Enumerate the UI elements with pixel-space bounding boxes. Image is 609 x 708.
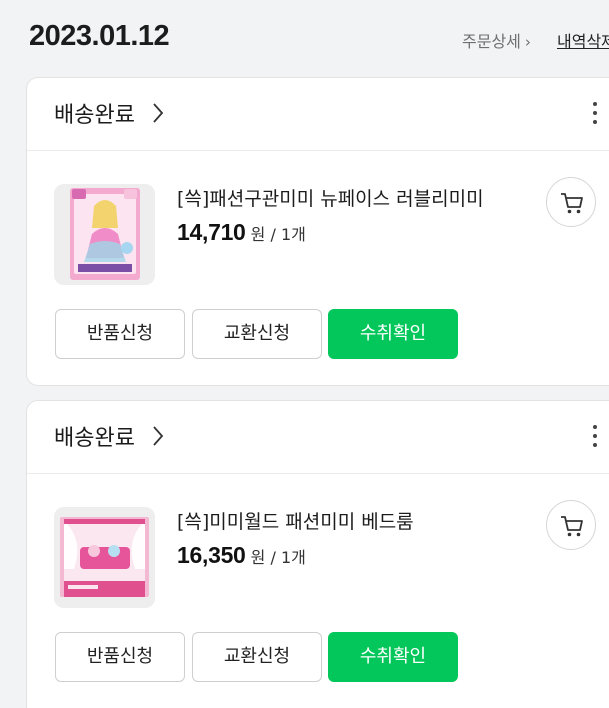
- order-detail-link[interactable]: 주문상세 ›: [462, 28, 531, 52]
- add-to-cart-button[interactable]: [546, 500, 596, 550]
- order-item-card: 배송완료 [쓱]미미월드 패션미미 베드룸 16,350 원 / 1개 반품신청…: [26, 400, 609, 708]
- exchange-request-button[interactable]: 교환신청: [192, 309, 322, 359]
- product-thumbnail[interactable]: [54, 184, 155, 285]
- return-request-button[interactable]: 반품신청: [55, 632, 185, 682]
- price-line: 16,350 원 / 1개: [177, 542, 306, 569]
- more-vertical-icon[interactable]: [589, 425, 601, 453]
- product-price: 16,350: [177, 542, 246, 568]
- price-line: 14,710 원 / 1개: [177, 219, 306, 246]
- chevron-right-icon: ›: [524, 33, 531, 51]
- chevron-right-icon[interactable]: [152, 102, 164, 124]
- order-header: 2023.01.12 주문상세 › 내역삭제: [0, 0, 609, 76]
- doll-box-image: [54, 184, 155, 285]
- product-thumbnail[interactable]: [54, 507, 155, 608]
- cart-icon: [561, 516, 583, 537]
- bedroom-set-image: [54, 507, 155, 608]
- return-request-button[interactable]: 반품신청: [55, 309, 185, 359]
- delivery-status[interactable]: 배송완료: [54, 97, 135, 129]
- add-to-cart-button[interactable]: [546, 177, 596, 227]
- product-name[interactable]: [쓱]패션구관미미 뉴페이스 러블리미미: [177, 184, 484, 211]
- delivery-status[interactable]: 배송완료: [54, 420, 135, 452]
- product-price: 14,710: [177, 219, 246, 245]
- confirm-receipt-button[interactable]: 수취확인: [328, 632, 458, 682]
- quantity: / 1개: [270, 548, 306, 567]
- order-item-card: 배송완료 [쓱]패션구관미미 뉴페이스 러블리미미 14,710 원 / 1개: [26, 77, 609, 386]
- card-header: 배송완료: [27, 78, 609, 151]
- cart-icon: [561, 193, 583, 214]
- more-vertical-icon[interactable]: [589, 102, 601, 130]
- exchange-request-button[interactable]: 교환신청: [192, 632, 322, 682]
- price-unit: 원: [250, 225, 266, 244]
- order-date: 2023.01.12: [29, 20, 170, 52]
- price-unit: 원: [250, 548, 266, 567]
- confirm-receipt-button[interactable]: 수취확인: [328, 309, 458, 359]
- delete-history-link[interactable]: 내역삭제: [557, 28, 609, 52]
- chevron-right-icon[interactable]: [152, 425, 164, 447]
- quantity: / 1개: [270, 225, 306, 244]
- product-name[interactable]: [쓱]미미월드 패션미미 베드룸: [177, 507, 414, 534]
- card-header: 배송완료: [27, 401, 609, 474]
- order-detail-label: 주문상세: [462, 32, 521, 51]
